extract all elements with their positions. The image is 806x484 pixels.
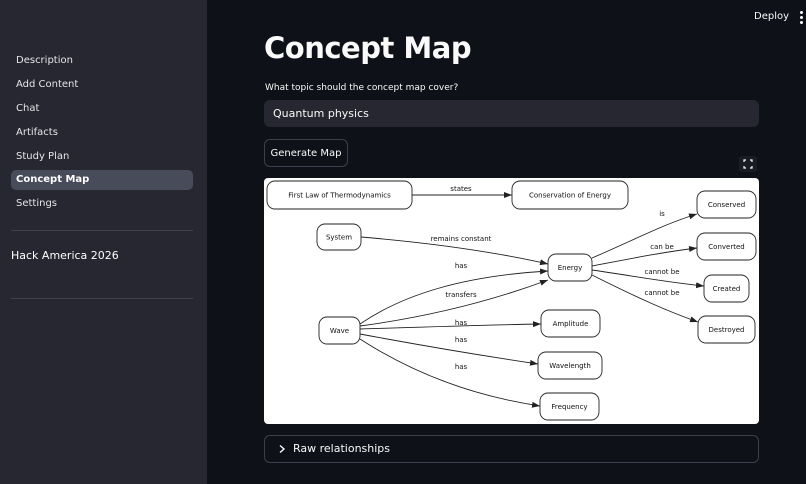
vertical-dots-icon[interactable]: [798, 11, 804, 25]
edge-label: is: [659, 210, 665, 218]
expander-label: Raw relationships: [293, 442, 391, 455]
edge-label: can be: [650, 243, 674, 251]
node-destroyed: Destroyed: [697, 315, 756, 344]
node-label: Conservation of Energy: [529, 192, 611, 200]
topic-label: What topic should the concept map cover?: [265, 83, 459, 93]
chevron-right-icon: [279, 444, 286, 454]
edge-first_law-conservation: states: [412, 185, 512, 198]
node-amplitude: Amplitude: [540, 309, 601, 338]
sidebar-item-add-content[interactable]: Add Content: [11, 75, 193, 95]
edge-energy-conserved: is: [591, 210, 698, 259]
node-label: Wavelength: [549, 362, 591, 370]
edge-label: has: [455, 363, 468, 371]
edge-line: [591, 274, 699, 323]
node-system: System: [316, 223, 362, 251]
edge-wave-amplitude: has: [359, 319, 542, 330]
edge-label: states: [450, 185, 472, 193]
node-label: Destroyed: [709, 326, 745, 334]
edge-label: has: [455, 319, 468, 327]
raw-relationships-expander[interactable]: Raw relationships: [264, 435, 759, 463]
sidebar: Description Add Content Chat Artifacts S…: [0, 0, 207, 484]
sidebar-nav: Description Add Content Chat Artifacts S…: [11, 51, 193, 218]
sidebar-item-study-plan[interactable]: Study Plan: [11, 147, 193, 167]
node-label: Created: [713, 285, 741, 293]
sidebar-item-description[interactable]: Description: [11, 51, 193, 71]
fullscreen-icon[interactable]: [739, 156, 757, 172]
node-label: Wave: [330, 327, 349, 335]
sidebar-item-concept-map[interactable]: Concept Map: [11, 170, 193, 191]
topic-input[interactable]: [264, 100, 759, 127]
edge-label: cannot be: [644, 289, 679, 297]
sidebar-divider: [11, 298, 193, 299]
page-title: Concept Map: [264, 31, 472, 65]
edge-label: has: [455, 336, 468, 344]
edge-line: [359, 333, 539, 366]
node-wave: Wave: [318, 316, 361, 345]
node-converted: Converted: [696, 232, 757, 261]
node-frequency: Frequency: [539, 392, 600, 421]
edge-line: [359, 321, 542, 330]
node-created: Created: [703, 274, 750, 303]
sidebar-project-title: Hack America 2026: [11, 249, 119, 262]
node-label: Amplitude: [553, 320, 589, 328]
node-first_law: First Law of Thermodynamics: [266, 180, 413, 210]
edge-label: remains constant: [431, 235, 492, 243]
node-conserved: Conserved: [696, 190, 757, 219]
edge-label: has: [455, 262, 468, 270]
sidebar-item-settings[interactable]: Settings: [11, 194, 193, 214]
edge-line: [359, 338, 541, 408]
sidebar-item-chat[interactable]: Chat: [11, 99, 193, 119]
concept-map-canvas: states remains constant has transfers has has…: [266, 180, 757, 421]
edge-wave-frequency: has: [359, 338, 541, 408]
node-label: Energy: [558, 264, 583, 272]
sidebar-divider: [11, 230, 193, 231]
generate-map-button[interactable]: Generate Map: [264, 139, 348, 167]
node-conservation: Conservation of Energy: [511, 180, 629, 210]
node-wavelength: Wavelength: [537, 351, 603, 380]
edge-label: transfers: [445, 291, 477, 299]
node-energy: Energy: [547, 253, 593, 282]
node-label: System: [326, 234, 352, 242]
node-label: First Law of Thermodynamics: [288, 192, 391, 200]
deploy-button[interactable]: Deploy: [754, 11, 789, 22]
node-label: Converted: [708, 243, 744, 251]
node-label: Conserved: [708, 201, 745, 209]
node-label: Frequency: [551, 403, 587, 411]
sidebar-item-artifacts[interactable]: Artifacts: [11, 123, 193, 143]
edge-system-energy: remains constant: [360, 235, 549, 266]
concept-map: states remains constant has transfers has has…: [264, 178, 759, 424]
edge-line: [591, 213, 698, 259]
edge-wave-wavelength: has: [359, 333, 539, 366]
edge-energy-destroyed: cannot be: [591, 274, 699, 323]
edge-energy-converted: can be: [591, 243, 698, 267]
edge-label: cannot be: [644, 268, 679, 276]
